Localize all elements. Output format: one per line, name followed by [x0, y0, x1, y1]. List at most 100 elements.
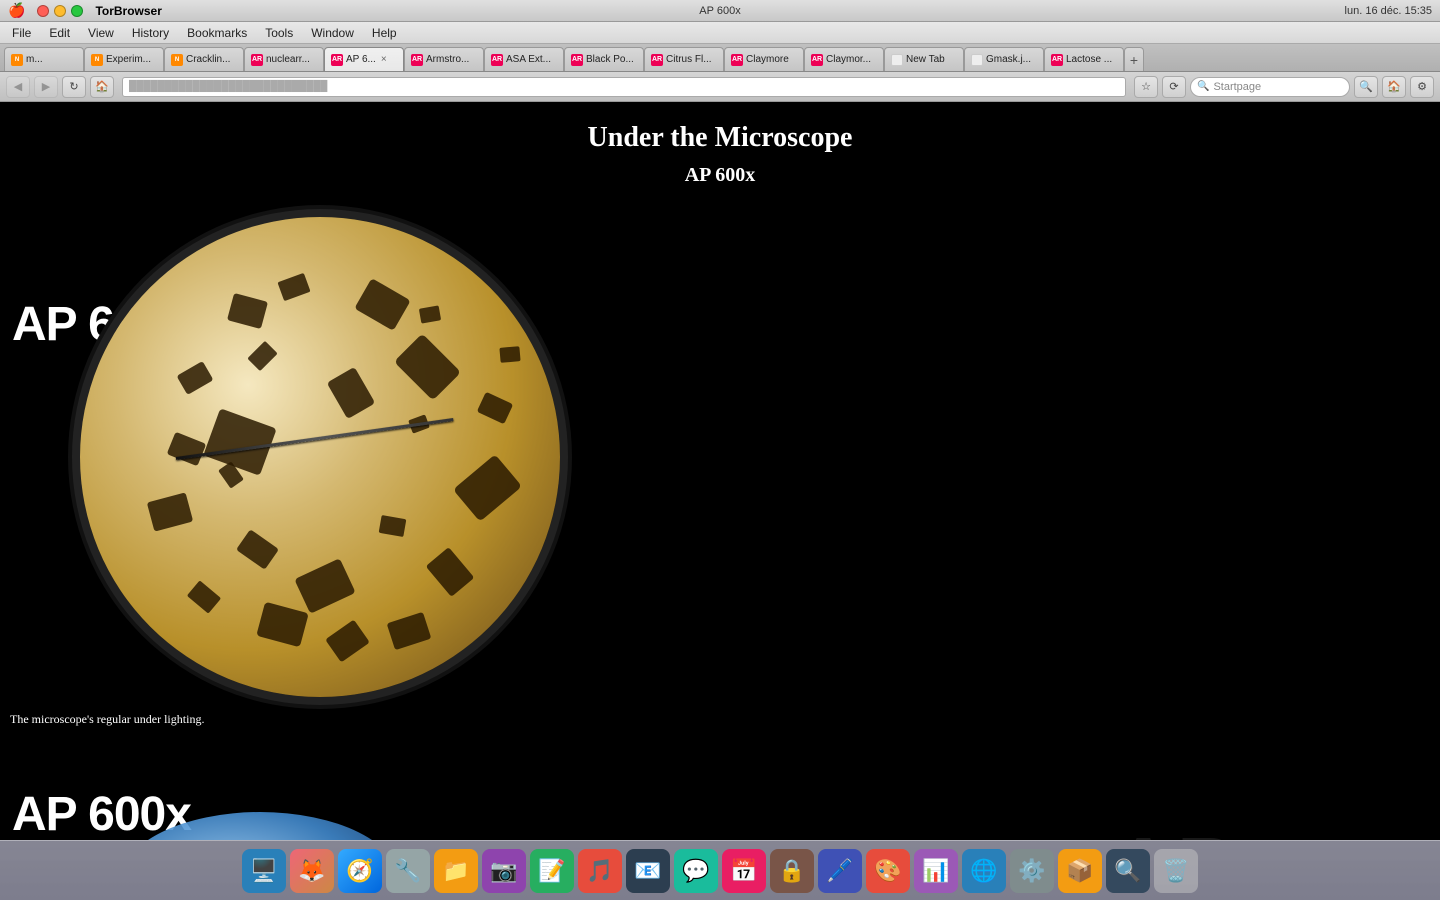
tab-t11[interactable]: ARClaymor... — [804, 47, 884, 71]
tab-t7[interactable]: ARASA Ext... — [484, 47, 564, 71]
tab-label-t14: Lactose ... — [1066, 54, 1112, 65]
tab-favicon-t10: AR — [731, 54, 743, 66]
dock-item-security[interactable]: 🔒 — [770, 849, 814, 893]
tab-label-t8: Black Po... — [586, 54, 634, 65]
titlebar: 🍎 TorBrowser AP 600x lun. 16 déc. 15:35 — [0, 0, 1440, 22]
tab-label-t11: Claymor... — [826, 54, 871, 65]
new-tab-button[interactable]: + — [1124, 47, 1144, 71]
watermark: AR — [1114, 820, 1240, 840]
url-progress: ████████████████████████████ — [129, 81, 327, 92]
dock-item-finder[interactable]: 🖥️ — [242, 849, 286, 893]
dock-item-calendar[interactable]: 📅 — [722, 849, 766, 893]
app-name: TorBrowser — [95, 4, 161, 18]
dock-item-mail[interactable]: 📧 — [626, 849, 670, 893]
dock-item-files[interactable]: 📁 — [434, 849, 478, 893]
dock-item-paint[interactable]: 🎨 — [866, 849, 910, 893]
tab-label-t12: New Tab — [906, 54, 945, 65]
dock-item-music[interactable]: 🎵 — [578, 849, 622, 893]
menu-view[interactable]: View — [80, 24, 122, 42]
dock-item-camera[interactable]: 📷 — [482, 849, 526, 893]
tab-t1[interactable]: Nm... — [4, 47, 84, 71]
tab-favicon-t6: AR — [411, 54, 423, 66]
tab-favicon-t14: AR — [1051, 54, 1063, 66]
dock-item-system-prefs[interactable]: 🔧 — [386, 849, 430, 893]
tab-label-t10: Claymore — [746, 54, 789, 65]
bookmark-button[interactable]: ☆ — [1134, 76, 1158, 98]
dock-item-search-app[interactable]: 🔍 — [1106, 849, 1150, 893]
tab-favicon-t1: N — [11, 54, 23, 66]
tab-label-t2: Experim... — [106, 54, 151, 65]
dock-item-trash[interactable]: 🗑️ — [1154, 849, 1198, 893]
datetime: lun. 16 déc. 15:35 — [1345, 5, 1432, 17]
reload-btn2[interactable]: ⟳ — [1162, 76, 1186, 98]
reload-button[interactable]: ↻ — [62, 76, 86, 98]
dock-item-browser[interactable]: 🌐 — [962, 849, 1006, 893]
tab-t13[interactable]: Gmask.j... — [964, 47, 1044, 71]
tab-label-t6: Armstro... — [426, 54, 469, 65]
menu-window[interactable]: Window — [303, 24, 362, 42]
search-icon: 🔍 — [1197, 81, 1209, 92]
maximize-button[interactable] — [71, 5, 83, 17]
menu-bookmarks[interactable]: Bookmarks — [179, 24, 255, 42]
tab-favicon-t3: N — [171, 54, 183, 66]
tab-t9[interactable]: ARCitrus Fl... — [644, 47, 724, 71]
traffic-lights — [37, 5, 83, 17]
tab-favicon-t11: AR — [811, 54, 823, 66]
tab-t4[interactable]: ARnuclearr... — [244, 47, 324, 71]
tab-t12[interactable]: New Tab — [884, 47, 964, 71]
tab-favicon-t13 — [971, 54, 983, 66]
forward-button[interactable]: ▶ — [34, 76, 58, 98]
tab-t3[interactable]: NCracklin... — [164, 47, 244, 71]
tab-favicon-t5: AR — [331, 54, 343, 66]
menu-file[interactable]: File — [4, 24, 39, 42]
tab-t2[interactable]: NExperim... — [84, 47, 164, 71]
window-title: AP 600x — [699, 5, 740, 17]
tab-t8[interactable]: ARBlack Po... — [564, 47, 644, 71]
dock-item-notes[interactable]: 📝 — [530, 849, 574, 893]
dock-item-packages[interactable]: 📦 — [1058, 849, 1102, 893]
tab-t5[interactable]: ARAP 6...× — [324, 47, 404, 71]
tab-t6[interactable]: ARArmstro... — [404, 47, 484, 71]
close-button[interactable] — [37, 5, 49, 17]
toolbar: ◀ ▶ ↻ 🏠 ████████████████████████████ ☆ ⟳… — [0, 72, 1440, 102]
titlebar-right: lun. 16 déc. 15:35 — [1345, 5, 1432, 17]
search-go[interactable]: 🔍 — [1354, 76, 1378, 98]
tab-close-t5[interactable]: × — [381, 54, 387, 65]
page-content: Under the Microscope AP 600x AP 600x — [0, 102, 1440, 840]
tab-t14[interactable]: ARLactose ... — [1044, 47, 1124, 71]
menu-tools[interactable]: Tools — [257, 24, 301, 42]
tab-label-t4: nuclearr... — [266, 54, 310, 65]
url-bar[interactable]: ████████████████████████████ — [122, 77, 1126, 97]
tab-t10[interactable]: ARClaymore — [724, 47, 804, 71]
dock-item-settings[interactable]: ⚙️ — [1010, 849, 1054, 893]
browser-content: Under the Microscope AP 600x AP 600x — [0, 102, 1440, 840]
tab-label-t9: Citrus Fl... — [666, 54, 712, 65]
dock-item-stats[interactable]: 📊 — [914, 849, 958, 893]
tab-favicon-t2: N — [91, 54, 103, 66]
home-button[interactable]: 🏠 — [90, 76, 114, 98]
tab-favicon-t7: AR — [491, 54, 503, 66]
menu-help[interactable]: Help — [364, 24, 405, 42]
prefs-button[interactable]: ⚙ — [1410, 76, 1434, 98]
dock: 🖥️🦊🧭🔧📁📷📝🎵📧💬📅🔒🖊️🎨📊🌐⚙️📦🔍🗑️ — [0, 840, 1440, 900]
titlebar-left: 🍎 TorBrowser — [8, 2, 162, 19]
menu-history[interactable]: History — [124, 24, 177, 42]
tab-favicon-t12 — [891, 54, 903, 66]
minimize-button[interactable] — [54, 5, 66, 17]
tab-label-t13: Gmask.j... — [986, 54, 1031, 65]
dock-item-safari[interactable]: 🧭 — [338, 849, 382, 893]
search-bar[interactable]: 🔍 Startpage — [1190, 77, 1350, 97]
dock-item-messages[interactable]: 💬 — [674, 849, 718, 893]
back-button[interactable]: ◀ — [6, 76, 30, 98]
tabbar: Nm...NExperim...NCracklin...ARnuclearr..… — [0, 44, 1440, 72]
home-btn2[interactable]: 🏠 — [1382, 76, 1406, 98]
page-subtitle: AP 600x — [0, 164, 1440, 187]
dock-item-firefox[interactable]: 🦊 — [290, 849, 334, 893]
tab-label-t1: m... — [26, 54, 43, 65]
caption-text: The microscope's regular under lighting. — [10, 712, 1440, 727]
tab-favicon-t9: AR — [651, 54, 663, 66]
dock-item-draw[interactable]: 🖊️ — [818, 849, 862, 893]
microscope-image — [80, 217, 560, 697]
apple-menu-icon[interactable]: 🍎 — [8, 2, 25, 19]
menu-edit[interactable]: Edit — [41, 24, 78, 42]
